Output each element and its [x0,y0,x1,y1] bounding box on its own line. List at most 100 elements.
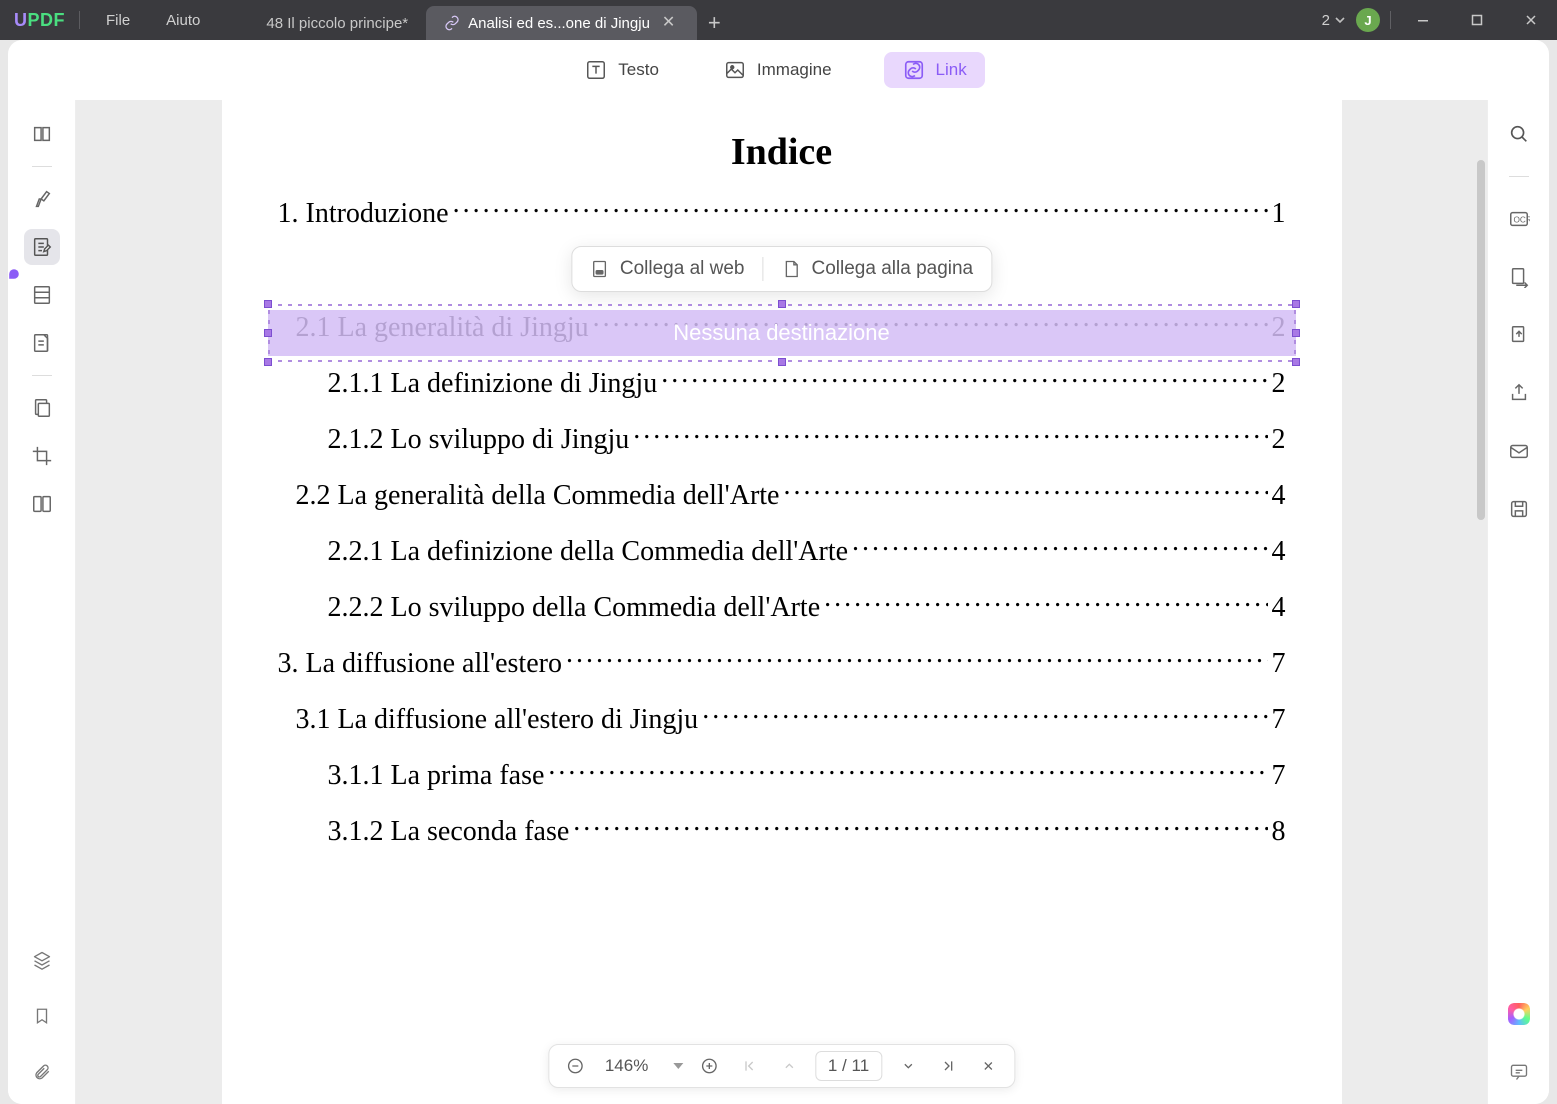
toc-label: 3.1.2 La seconda fase [328,816,570,848]
tab-close-icon[interactable]: ✕ [658,13,679,33]
edit-toolbar: Testo Immagine Link [8,40,1549,100]
no-destination-label: Nessuna destinazione [673,320,889,346]
next-page-button[interactable] [894,1052,922,1080]
active-tool-indicator [9,269,19,279]
toc-line[interactable]: 3.1.2 La seconda fase8 [278,808,1286,852]
tab-add-button[interactable]: + [697,6,731,40]
resize-handle-nw[interactable] [264,300,272,308]
toc-page-number: 4 [1272,480,1286,512]
link-to-web-button[interactable]: Collega al web [590,258,745,280]
toc-line[interactable]: 2.2 La generalità della Commedia dell'Ar… [278,472,1286,516]
menu-file[interactable]: File [88,12,148,29]
first-page-button[interactable] [735,1052,763,1080]
minimize-button[interactable] [1401,0,1445,40]
ocr-button[interactable]: OCR [1501,201,1537,237]
toc-line[interactable]: 2.1.2 Lo sviluppo di Jingju2 [278,416,1286,460]
zoom-out-button[interactable] [561,1052,589,1080]
email-button[interactable] [1501,433,1537,469]
export-button[interactable] [1501,317,1537,353]
tool-link-button[interactable]: Link [884,52,985,88]
attachment-button[interactable] [24,1054,60,1090]
page-indicator[interactable]: 1 / 11 [815,1051,882,1081]
left-sidebar-bottom [24,942,60,1104]
avatar[interactable]: J [1356,8,1380,32]
vertical-scrollbar[interactable] [1477,160,1485,520]
menu-help[interactable]: Aiuto [148,12,218,29]
toc-leader-dots [783,476,1267,504]
toc-page-number: 1 [1272,198,1286,230]
maximize-button[interactable] [1455,0,1499,40]
tool-text-button[interactable]: Testo [572,52,671,88]
form-tool-button[interactable] [24,325,60,361]
redact-tool-button[interactable] [24,390,60,426]
bookmark-button[interactable] [24,998,60,1034]
app-logo: UPDF [0,10,79,31]
link-to-page-button[interactable]: Collega alla pagina [782,258,974,280]
tool-image-label: Immagine [757,60,832,80]
chevron-down-icon [1334,14,1346,26]
zoom-in-button[interactable] [695,1052,723,1080]
compare-tool-button[interactable] [24,486,60,522]
search-button[interactable] [1501,116,1537,152]
convert-button[interactable] [1501,259,1537,295]
window-counter[interactable]: 2 [1322,12,1346,29]
toc-line[interactable]: 1. Introduzione1 [278,190,1286,234]
toc-line[interactable]: 2.2.1 La definizione della Commedia dell… [278,528,1286,572]
selected-link-annotation[interactable]: Nessuna destinazione [268,300,1296,366]
resize-handle-w[interactable] [264,329,272,337]
document-area[interactable]: Indice Collega al web Collega alla pagin… [76,100,1487,1104]
toc-leader-dots [852,532,1267,560]
comment-tool-button[interactable] [24,181,60,217]
layers-button[interactable] [24,942,60,978]
right-separator [1509,176,1529,177]
chat-button[interactable] [1501,1054,1537,1090]
toc-line[interactable]: 3. La diffusione all'estero7 [278,640,1286,684]
toc-label: 2.2.2 Lo sviluppo della Commedia dell'Ar… [328,592,821,624]
right-sidebar-bottom [1501,996,1537,1104]
resize-handle-e[interactable] [1292,329,1300,337]
zoom-dropdown-icon[interactable] [673,1063,683,1069]
close-button[interactable] [1509,0,1553,40]
link-icon [902,58,926,82]
toc-leader-dots [702,700,1267,728]
resize-handle-ne[interactable] [1292,300,1300,308]
sidebar-separator [32,166,52,167]
sidebar-separator-2 [32,375,52,376]
page: Indice Collega al web Collega alla pagin… [222,100,1342,1104]
tab-0-label: 48 Il piccolo principe* [266,15,408,32]
reader-mode-button[interactable] [24,116,60,152]
ai-button[interactable] [1501,996,1537,1032]
save-button[interactable] [1501,491,1537,527]
tab-0[interactable]: 48 Il piccolo principe* [248,6,426,40]
web-link-icon [590,258,610,280]
tab-1[interactable]: Analisi ed es...one di Jingju ✕ [426,6,697,40]
prev-page-button[interactable] [775,1052,803,1080]
zoom-value[interactable]: 146% [601,1056,661,1076]
toc-line[interactable]: 3.1.1 La prima fase7 [278,752,1286,796]
organize-pages-button[interactable] [24,277,60,313]
close-pager-button[interactable] [974,1052,1002,1080]
toc-line[interactable]: 2.1.1 La definizione di Jingju2 [278,360,1286,404]
page-link-icon [782,258,802,280]
crop-tool-button[interactable] [24,438,60,474]
toc-page-number: 2 [1272,424,1286,456]
link-to-page-label: Collega alla pagina [812,258,974,280]
edit-tool-button[interactable] [24,229,60,265]
resize-handle-n[interactable] [778,300,786,308]
page-sep: / [842,1056,847,1075]
last-page-button[interactable] [934,1052,962,1080]
resize-handle-se[interactable] [1292,358,1300,366]
toc-leader-dots [548,756,1267,784]
main: Indice Collega al web Collega alla pagin… [8,100,1549,1104]
share-button[interactable] [1501,375,1537,411]
link-tab-icon [444,15,460,31]
resize-handle-sw[interactable] [264,358,272,366]
toc-leader-dots [453,194,1268,222]
logo-u: U [14,10,28,31]
current-page: 1 [828,1056,837,1075]
tool-image-button[interactable]: Immagine [711,52,844,88]
resize-handle-s[interactable] [778,358,786,366]
toc-line[interactable]: 2.2.2 Lo sviluppo della Commedia dell'Ar… [278,584,1286,628]
toc-line[interactable]: 3.1 La diffusione all'estero di Jingju7 [278,696,1286,740]
toc-page-number: 7 [1272,760,1286,792]
